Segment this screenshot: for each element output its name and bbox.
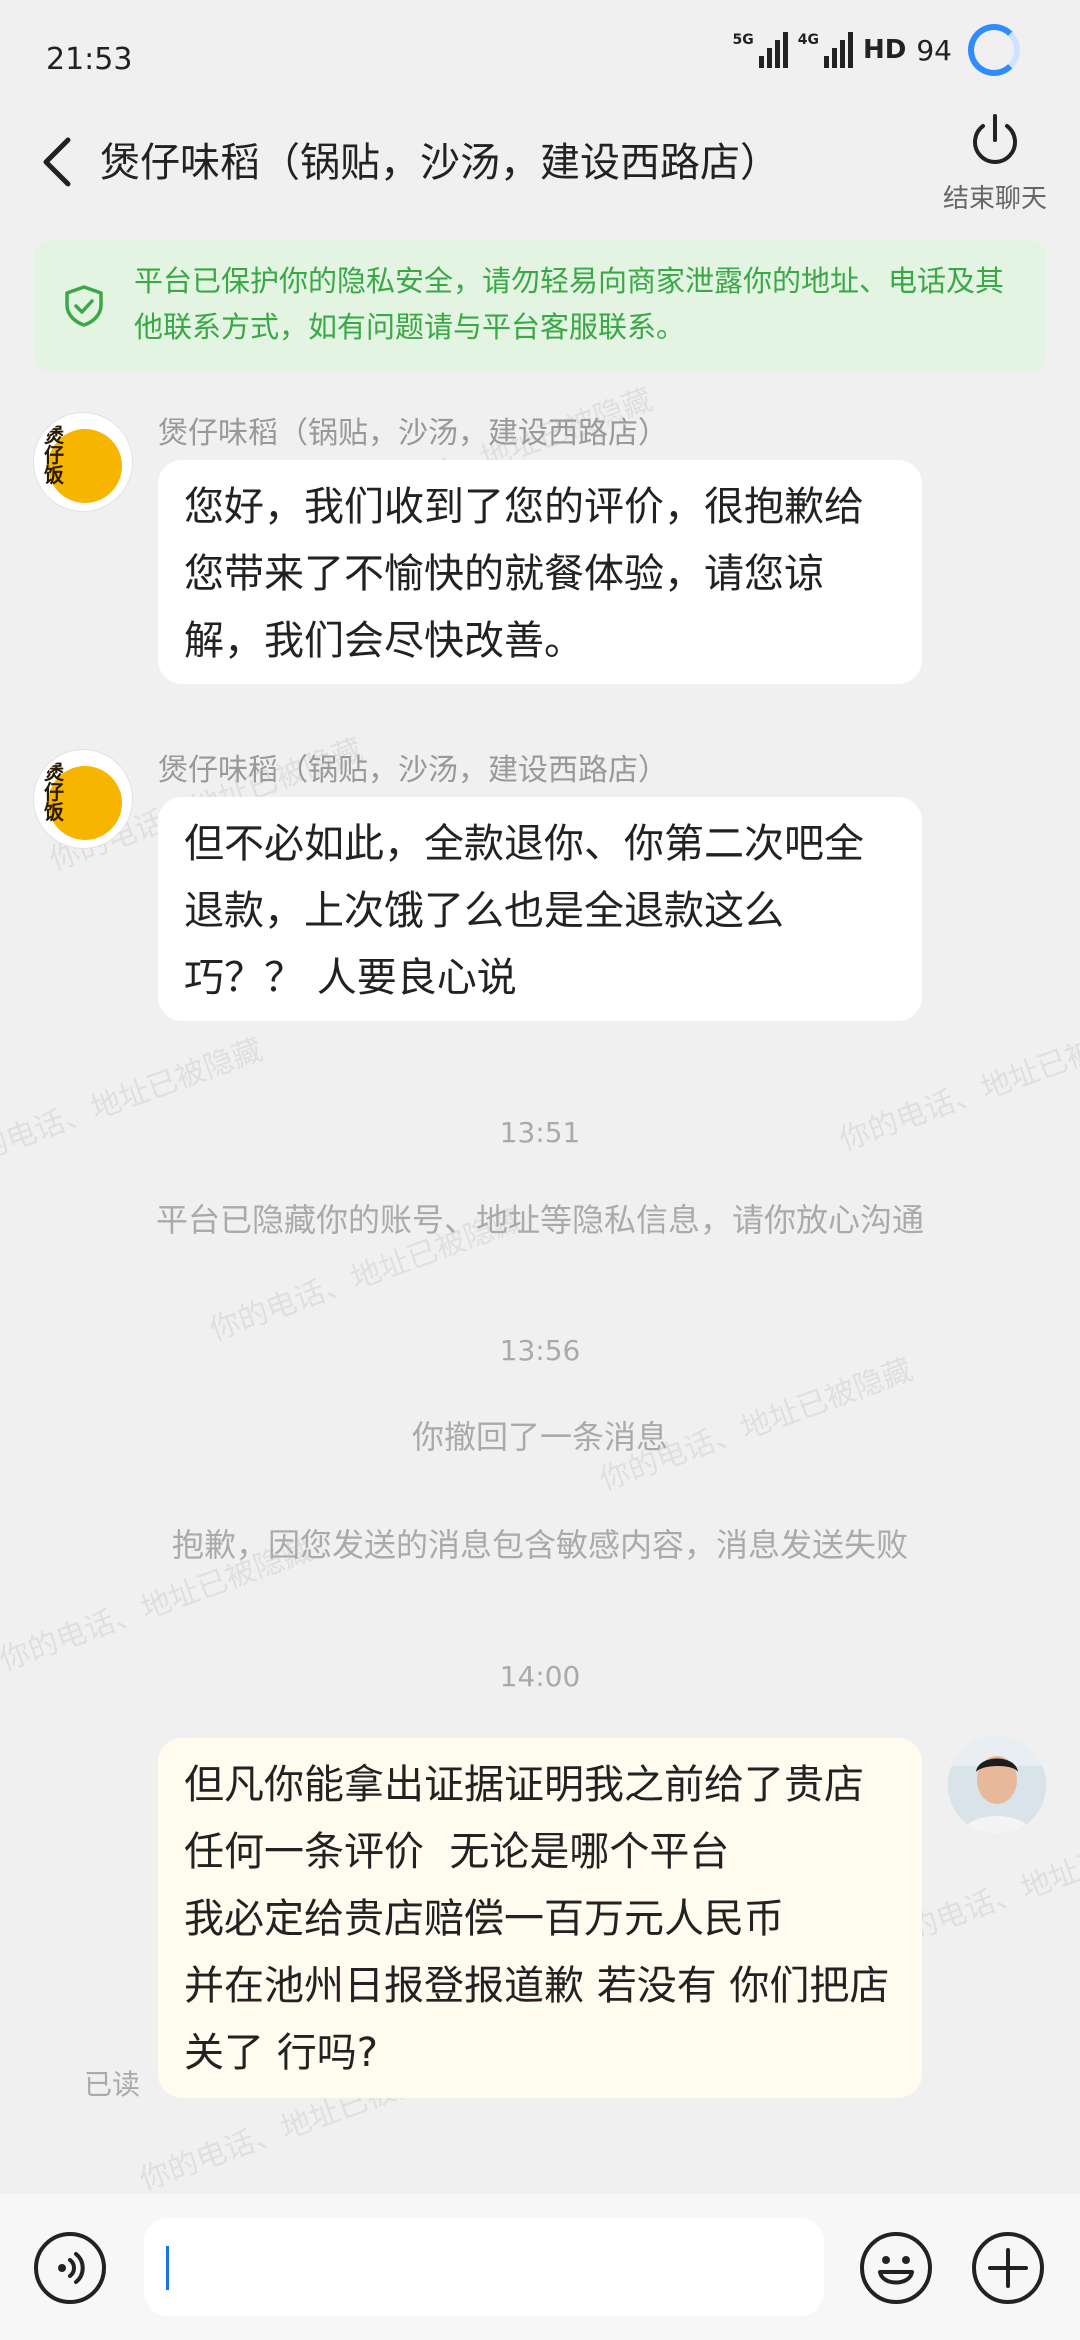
shop-avatar[interactable]: 煲仔饭 (34, 750, 132, 848)
signal-4g-icon: 4G (798, 32, 854, 68)
power-icon (973, 114, 1017, 164)
sender-name: 煲仔味稻（锅贴，沙汤，建设西路店） (158, 416, 668, 451)
smiley-icon (878, 2256, 914, 2285)
voice-button[interactable] (34, 2232, 106, 2304)
status-icons: 5G 4G HD 94 (733, 24, 1020, 76)
status-bar: 21:53 5G 4G HD 94 (0, 0, 1080, 110)
message-bubble[interactable]: 但不必如此，全款退你、你第二次吧全退款，上次饿了么也是全退款这么巧？？ 人要良心… (158, 797, 922, 1021)
plus-icon (988, 2248, 1028, 2288)
battery-icon (968, 24, 1020, 76)
system-notice: 抱歉，因您发送的消息包含敏感内容，消息发送失败 (171, 1526, 908, 1564)
my-message-bubble[interactable]: 但凡你能拿出证据证明我之前给了贵店任何一条评价 无论是哪个平台 我必定给贵店赔偿… (158, 1738, 922, 2098)
system-notice: 你撤回了一条消息 (411, 1418, 668, 1456)
message-bubble[interactable]: 您好，我们收到了您的评价，很抱歉给您带来了不愉快的就餐体验，请您谅解，我们会尽快… (158, 460, 922, 684)
battery-level: 94 (916, 33, 952, 67)
more-button[interactable] (972, 2232, 1044, 2304)
shield-check-icon (65, 285, 103, 327)
timestamp: 14:00 (499, 1660, 581, 1693)
hd-icon: HD (863, 35, 907, 65)
privacy-banner: 平台已保护你的隐私安全，请勿轻易向商家泄露你的地址、电话及其他联系方式，如有问题… (34, 240, 1046, 372)
chat-header: 煲仔味稻（锅贴，沙汤，建设西路店） 结束聊天 (0, 110, 1080, 230)
text-caret (166, 2246, 169, 2290)
system-notice: 平台已隐藏你的账号、地址等隐私信息，请你放心沟通 (155, 1201, 924, 1239)
message-input[interactable] (144, 2218, 824, 2316)
timestamp: 13:56 (499, 1334, 581, 1367)
status-time: 21:53 (46, 42, 133, 77)
privacy-banner-text: 平台已保护你的隐私安全，请勿轻易向商家泄露你的地址、电话及其他联系方式，如有问题… (134, 264, 1005, 344)
end-chat-label: 结束聊天 (942, 184, 1047, 214)
read-receipt: 已读 (84, 2068, 141, 2101)
emoji-button[interactable] (860, 2232, 932, 2304)
chat-title: 煲仔味稻（锅贴，沙汤，建设西路店） (100, 140, 780, 186)
sender-name: 煲仔味稻（锅贴，沙汤，建设西路店） (158, 753, 668, 788)
user-avatar[interactable] (948, 1736, 1046, 1834)
signal-5g-icon: 5G (733, 32, 788, 68)
voice-icon (58, 2252, 85, 2284)
watermark: 你的电话、地址已被隐藏 (0, 1032, 268, 1179)
shop-avatar[interactable]: 煲仔饭 (34, 413, 132, 511)
timestamp: 13:51 (499, 1116, 581, 1149)
end-chat-button[interactable]: 结束聊天 (940, 110, 1050, 215)
back-icon[interactable] (38, 132, 78, 192)
input-bar (0, 2194, 1080, 2340)
user-photo-icon (948, 1736, 1046, 1834)
